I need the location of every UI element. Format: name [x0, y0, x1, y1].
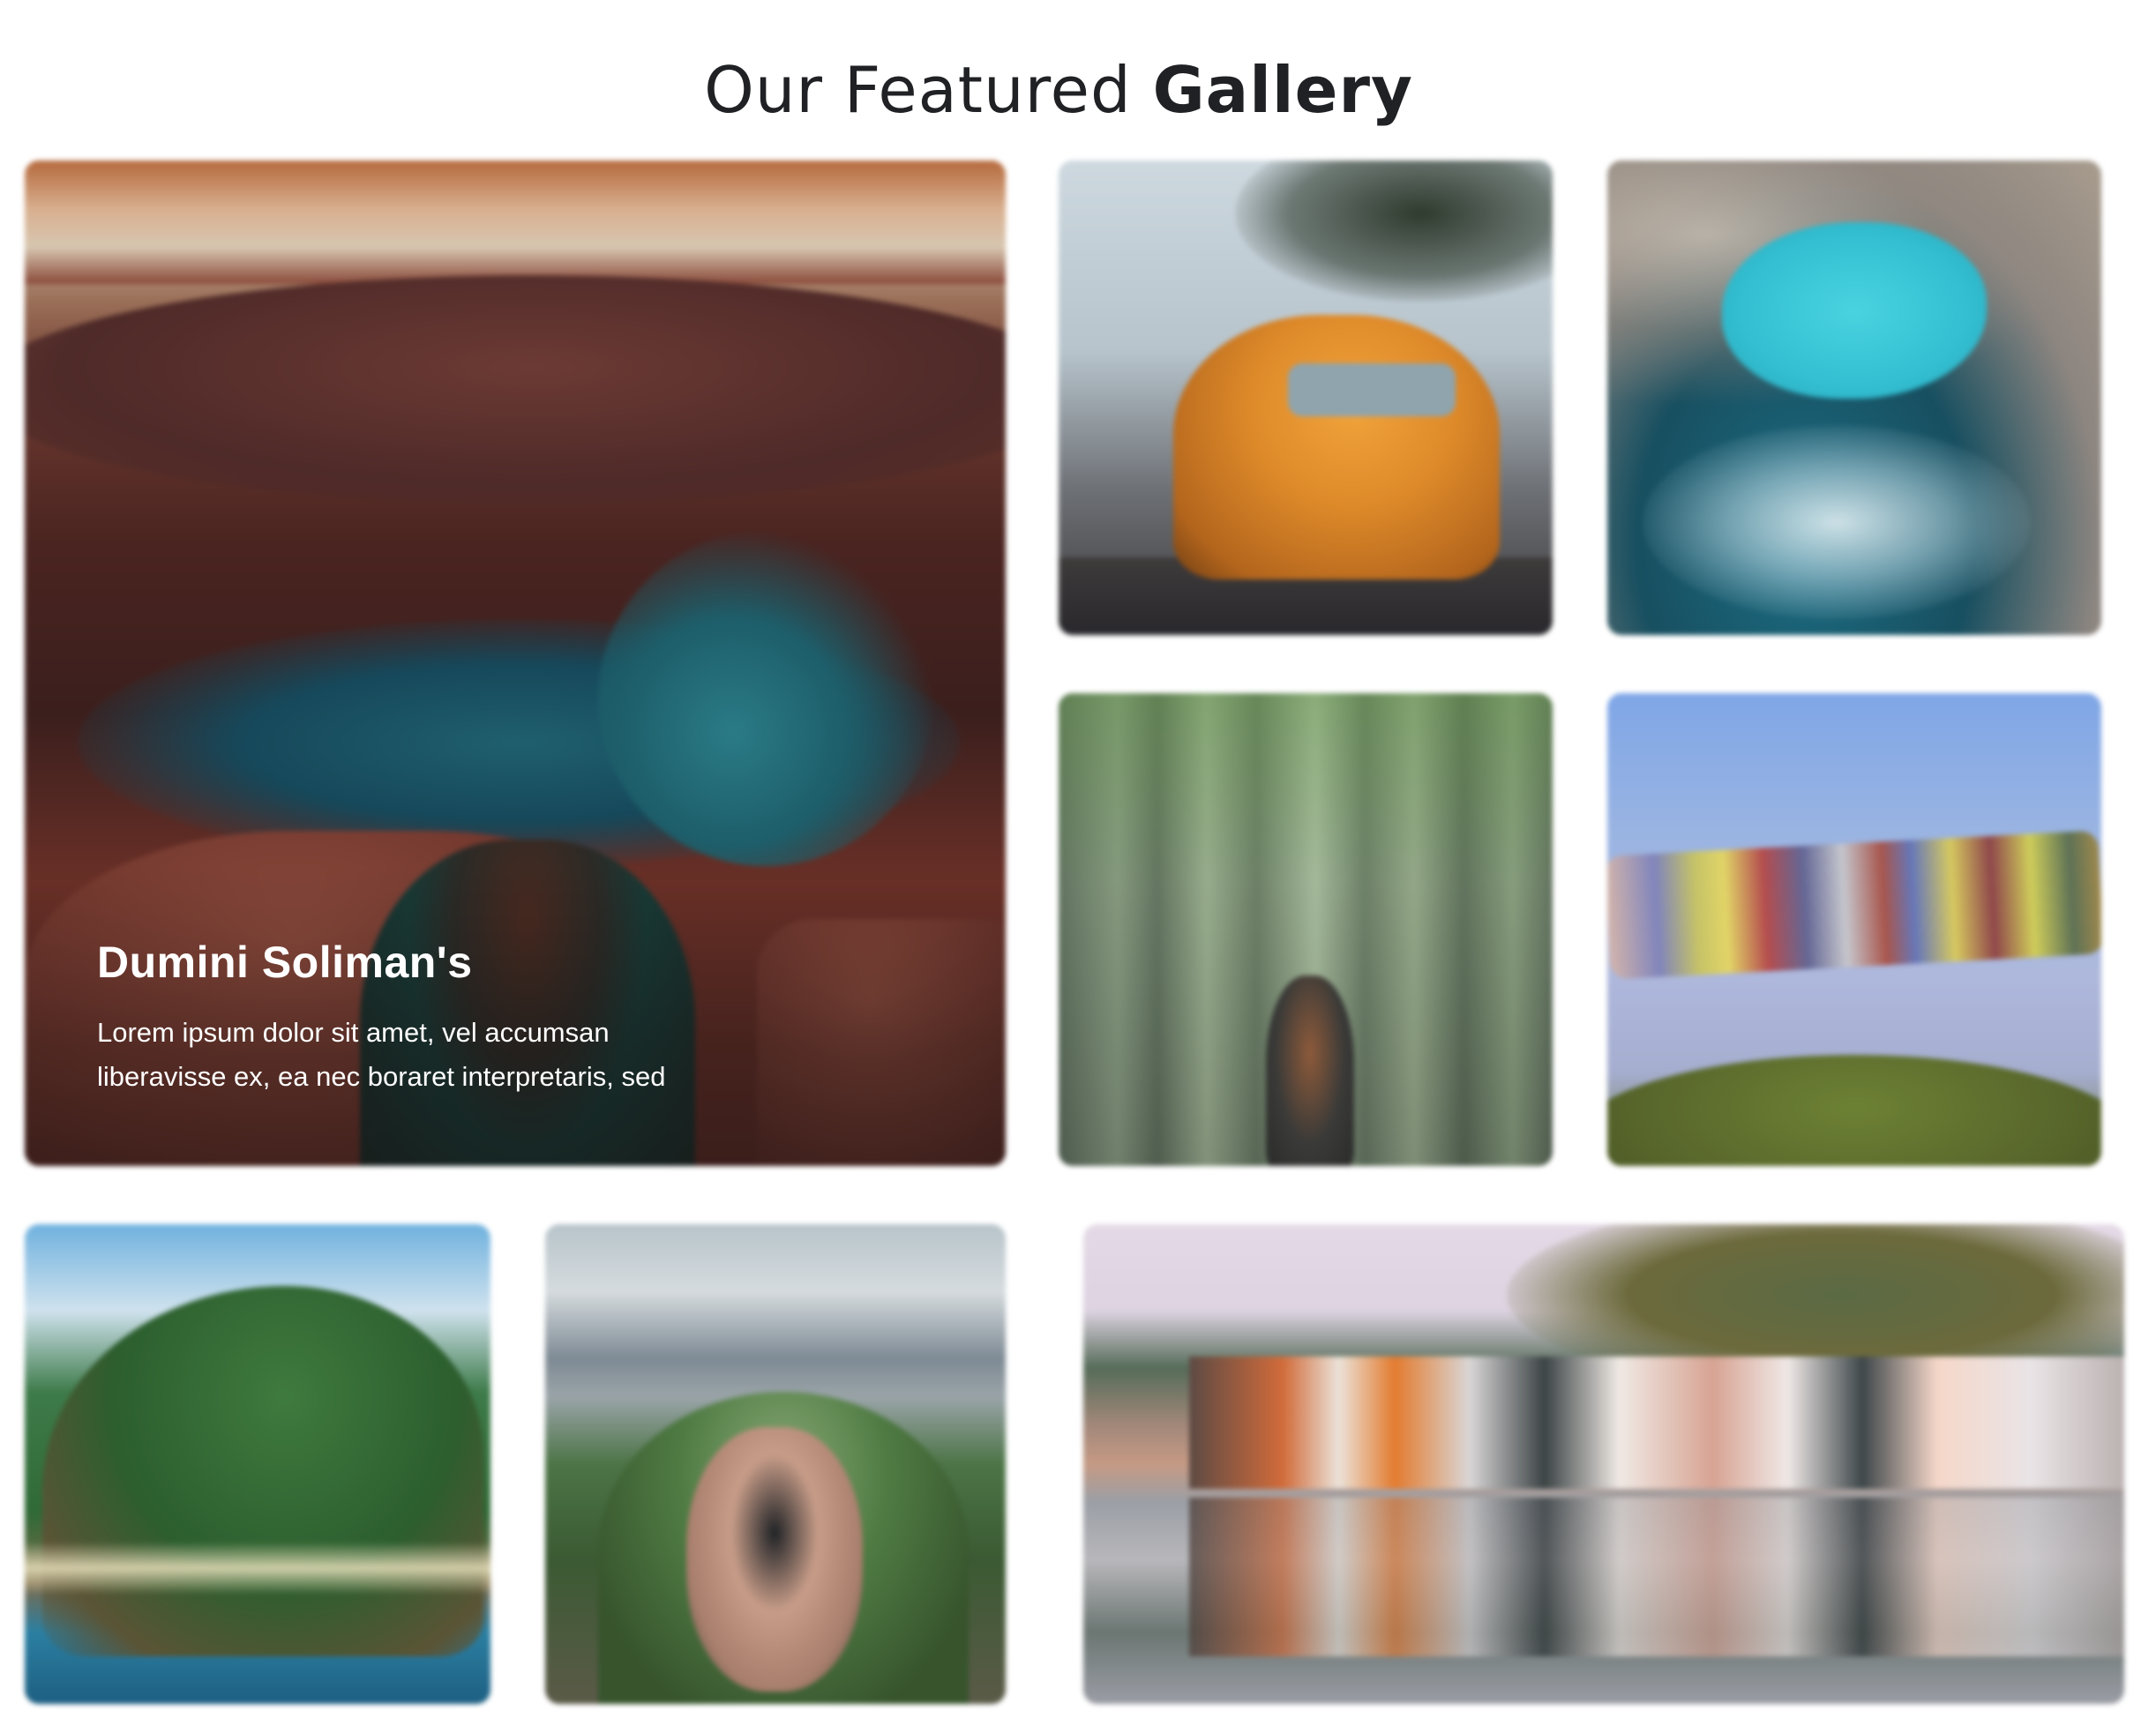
featured-description-line-1: Lorem ipsum dolor sit amet, vel accumsan — [97, 1017, 610, 1048]
featured-caption: Dumini Soliman's Lorem ipsum dolor sit a… — [97, 933, 767, 1099]
mountain-beach — [25, 1542, 490, 1595]
mountain-peak — [42, 1286, 483, 1656]
compass-hand — [686, 1427, 863, 1692]
prayer-flags — [1607, 830, 2101, 980]
canyon-river-bend — [598, 531, 933, 866]
gallery-image-mountain[interactable] — [25, 1224, 490, 1704]
town-houses — [1189, 1357, 2124, 1489]
gallery-image-pool[interactable] — [1607, 161, 2101, 635]
canyon-ridge — [25, 275, 1006, 505]
gallery-heading: Our Featured Gallery — [0, 46, 2117, 134]
flags-hill — [1607, 1055, 2101, 1166]
town-reflection — [1189, 1498, 2124, 1656]
van-trees — [1235, 161, 1553, 302]
gallery-image-forest[interactable] — [1059, 693, 1553, 1166]
gallery-image-compass[interactable] — [545, 1224, 1006, 1704]
gallery-heading-emphasis: Gallery — [1152, 53, 1413, 128]
featured-description-line-2: liberavisse ex, ea nec boraret interpret… — [97, 1061, 666, 1092]
gallery-image-flags[interactable] — [1607, 693, 2101, 1166]
featured-title: Dumini Soliman's — [97, 938, 473, 987]
pool-water — [1722, 222, 1987, 399]
van-body — [1173, 315, 1500, 579]
gallery-image-van[interactable] — [1059, 161, 1553, 635]
gallery-section: Our Featured Gallery Dumini Soliman's Lo… — [0, 0, 2156, 1734]
featured-description: Lorem ipsum dolor sit amet, vel accumsan… — [97, 1011, 767, 1099]
gallery-heading-prefix: Our Featured — [704, 53, 1132, 128]
van-window — [1288, 363, 1456, 416]
canyon-sky — [25, 161, 1006, 284]
forest-person — [1266, 975, 1354, 1166]
pool-surf — [1643, 425, 2031, 619]
gallery-image-town[interactable] — [1083, 1224, 2124, 1704]
